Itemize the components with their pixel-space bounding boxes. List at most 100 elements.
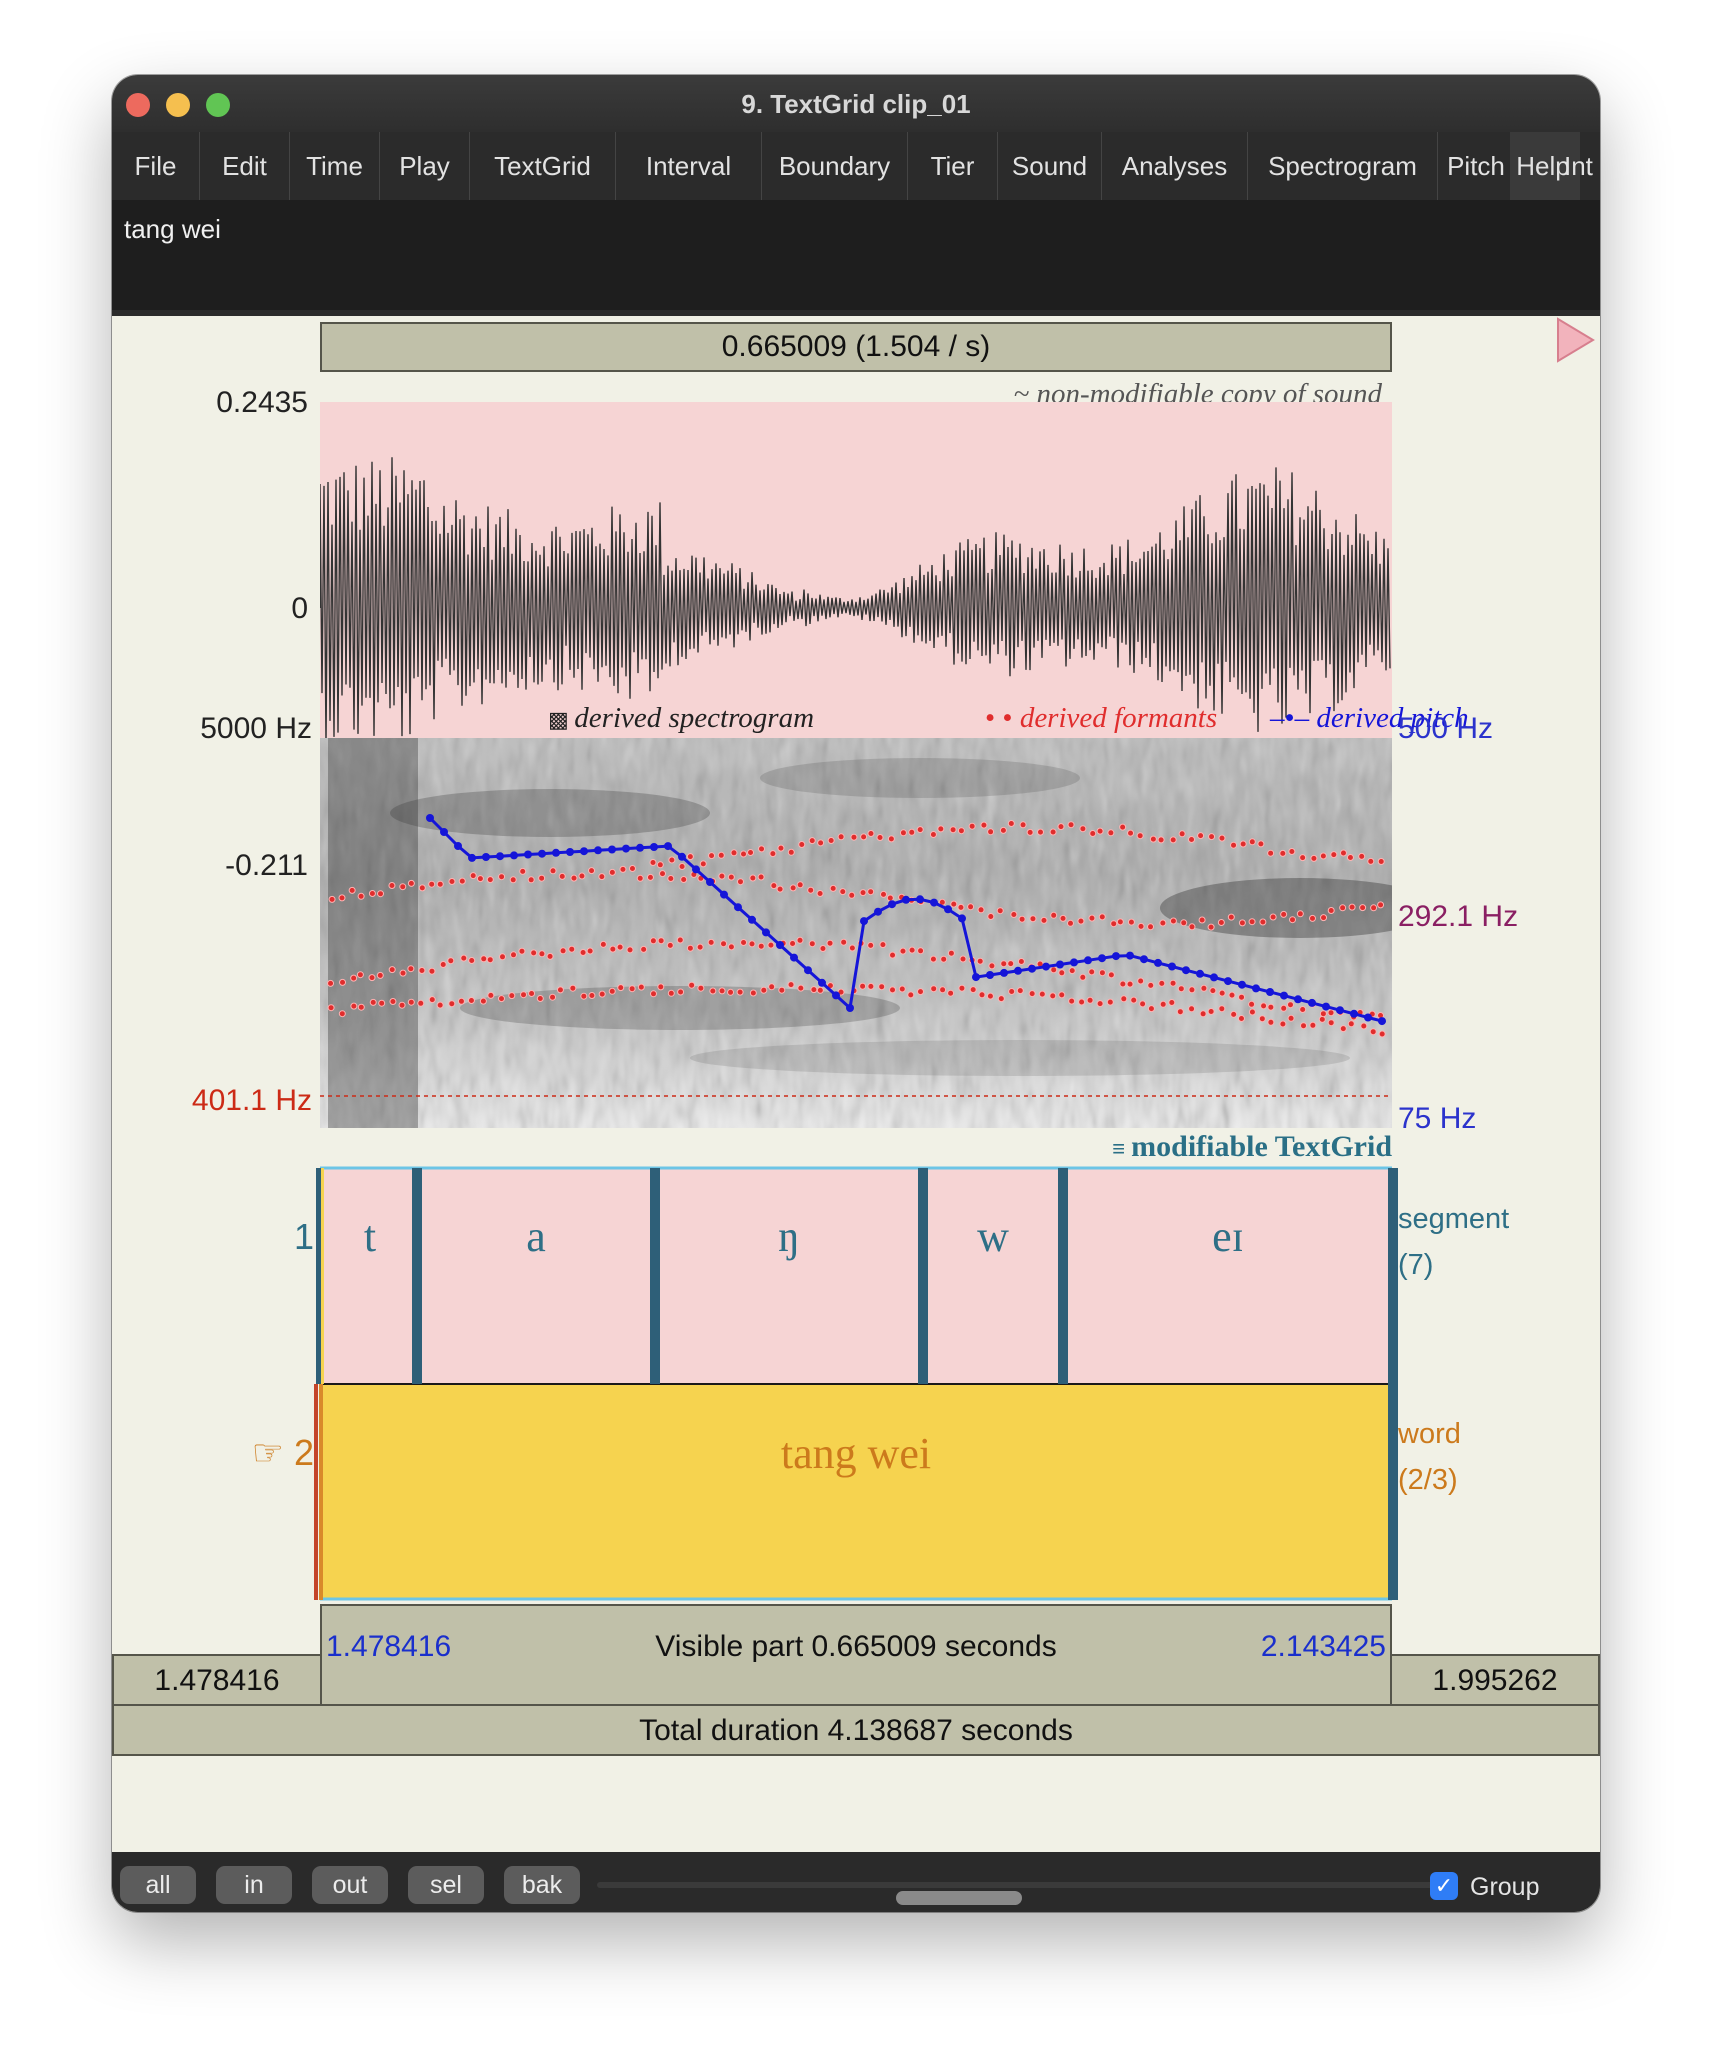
total-duration-bar[interactable]: Total duration 4.138687 seconds bbox=[112, 1704, 1600, 1756]
formant-point bbox=[770, 882, 778, 890]
visible-end-time: 2.143425 bbox=[1260, 1630, 1386, 1663]
pitch-point bbox=[790, 953, 798, 962]
menu-pitch[interactable]: Pitch bbox=[1438, 132, 1514, 200]
formant-point bbox=[1289, 916, 1297, 924]
zoom-in-button[interactable]: in bbox=[216, 1866, 292, 1904]
group-checkbox[interactable]: ✓ bbox=[1430, 1872, 1458, 1900]
visible-part-label: Visible part 0.665009 seconds bbox=[655, 1630, 1057, 1663]
info-text: tang wei bbox=[124, 214, 221, 244]
pitch-point bbox=[1280, 991, 1288, 1000]
segment-boundary-2 bbox=[650, 1168, 660, 1384]
play-arrow-icon[interactable] bbox=[1555, 316, 1597, 364]
segment-interval-a[interactable]: a bbox=[422, 1211, 650, 1262]
selection-duration-bar[interactable]: 0.665009 (1.504 / s) bbox=[320, 322, 1392, 372]
segment-interval-ng[interactable]: ŋ bbox=[660, 1211, 918, 1262]
pitch-point bbox=[930, 898, 938, 907]
spectrogram-panel[interactable] bbox=[320, 738, 1392, 1128]
menu-tier[interactable]: Tier bbox=[908, 132, 998, 200]
pitch-point bbox=[1238, 980, 1246, 989]
menu-textgrid[interactable]: TextGrid bbox=[470, 132, 616, 200]
zoom-out-button[interactable]: out bbox=[312, 1866, 388, 1904]
formant-point bbox=[1068, 997, 1076, 1005]
pitch-point bbox=[664, 842, 672, 851]
formant-point bbox=[586, 947, 594, 955]
formant-point bbox=[628, 985, 636, 993]
formant-point bbox=[568, 945, 576, 953]
pitch-point bbox=[1000, 968, 1008, 977]
formant-point bbox=[436, 1001, 444, 1009]
segment-interval-w[interactable]: w bbox=[928, 1211, 1058, 1262]
formant-point bbox=[1260, 1002, 1268, 1010]
formant-point bbox=[570, 874, 578, 882]
pitch-bottom-label: 75 Hz bbox=[1398, 1102, 1477, 1135]
formant-point bbox=[480, 955, 488, 963]
formant-point bbox=[740, 850, 748, 858]
formant-point bbox=[368, 974, 376, 982]
formant-point bbox=[1188, 1005, 1196, 1013]
title-bar[interactable]: 9. TextGrid clip_01 bbox=[112, 75, 1600, 133]
pitch-point bbox=[776, 941, 784, 949]
tier1-info[interactable]: segment (7) bbox=[1398, 1196, 1598, 1288]
menu-play[interactable]: Play bbox=[380, 132, 470, 200]
editor-content: 0.665009 (1.504 / s) ~ non-modifiable co… bbox=[112, 316, 1600, 1912]
formant-point bbox=[817, 839, 825, 847]
pitch-point bbox=[636, 843, 644, 852]
pitch-point bbox=[1042, 962, 1050, 971]
menu-interval[interactable]: Interval bbox=[616, 132, 762, 200]
formant-point bbox=[646, 873, 654, 881]
formant-point bbox=[1378, 1030, 1386, 1038]
menu-boundary[interactable]: Boundary bbox=[762, 132, 908, 200]
menu-edit[interactable]: Edit bbox=[200, 132, 290, 200]
formant-point bbox=[709, 987, 717, 995]
horizontal-scroll-thumb[interactable] bbox=[896, 1891, 1022, 1905]
menu-sound[interactable]: Sound bbox=[998, 132, 1102, 200]
formant-point bbox=[530, 949, 538, 957]
formant-point bbox=[1346, 854, 1354, 861]
zoom-selection-button[interactable]: sel bbox=[408, 1866, 484, 1904]
formant-point bbox=[848, 891, 856, 899]
formant-point bbox=[389, 998, 397, 1005]
visible-part-bar[interactable]: 1.478416 Visible part 0.665009 seconds 2… bbox=[320, 1604, 1392, 1706]
menu-int[interactable]: Int bbox=[1564, 132, 1600, 200]
segment-interval-ei[interactable]: eɪ bbox=[1068, 1211, 1388, 1262]
formant-point bbox=[458, 877, 466, 885]
menu-file[interactable]: File bbox=[112, 132, 200, 200]
tier1-number[interactable]: 1 bbox=[262, 1216, 314, 1258]
menu-analyses[interactable]: Analyses bbox=[1102, 132, 1248, 200]
pitch-legend: –•– derived pitch bbox=[1270, 702, 1469, 735]
zoom-back-button[interactable]: bak bbox=[504, 1866, 580, 1904]
formant-point bbox=[569, 984, 577, 992]
formant-point bbox=[1267, 1003, 1275, 1011]
word-interval-tang-wei[interactable]: tang wei bbox=[320, 1428, 1392, 1479]
formant-point bbox=[1147, 1005, 1155, 1013]
formant-point bbox=[428, 996, 436, 1004]
segment-interval-t[interactable]: t bbox=[320, 1211, 420, 1262]
formant-point bbox=[678, 863, 686, 870]
formant-point bbox=[957, 827, 965, 835]
textgrid-caption-label: modifiable TextGrid bbox=[1131, 1130, 1392, 1163]
pitch-point bbox=[692, 865, 700, 874]
formant-point bbox=[916, 826, 924, 834]
formant-point bbox=[399, 883, 407, 891]
pitch-point bbox=[1070, 958, 1078, 967]
formant-point bbox=[350, 1002, 358, 1010]
zoom-all-button[interactable]: all bbox=[120, 1866, 196, 1904]
formant-point bbox=[640, 945, 648, 953]
menu-time[interactable]: Time bbox=[290, 132, 380, 200]
formant-point bbox=[867, 941, 875, 949]
formant-point bbox=[889, 951, 897, 959]
right-window-time[interactable]: 1.995262 bbox=[1390, 1654, 1600, 1706]
tier2-info[interactable]: word (2/3) bbox=[1398, 1411, 1598, 1503]
tier2-number-group[interactable]: ☞ 2 bbox=[232, 1432, 314, 1474]
formant-point bbox=[1176, 1008, 1184, 1016]
horizontal-scroll-track[interactable] bbox=[597, 1882, 1437, 1888]
pitch-point bbox=[762, 928, 770, 937]
formant-point bbox=[626, 946, 634, 954]
formant-point bbox=[1137, 922, 1145, 930]
left-window-time[interactable]: 1.478416 bbox=[112, 1654, 322, 1706]
formant-point bbox=[796, 936, 804, 944]
formant-point bbox=[837, 833, 845, 841]
formant-point bbox=[967, 903, 975, 911]
formant-point bbox=[1088, 914, 1096, 922]
menu-spectrogram[interactable]: Spectrogram bbox=[1248, 132, 1438, 200]
